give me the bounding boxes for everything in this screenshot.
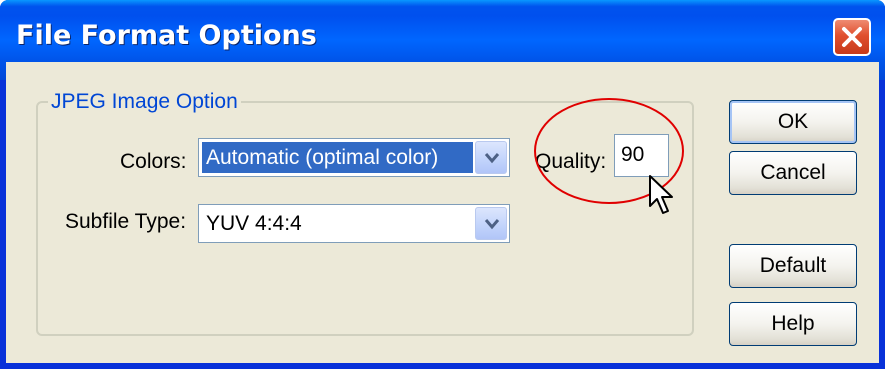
colors-dropdown-button[interactable] <box>475 141 507 174</box>
ok-button[interactable]: OK <box>729 100 857 144</box>
colors-label: Colors: <box>120 150 187 173</box>
dialog-body: JPEG Image Option Colors: Automatic (opt… <box>6 62 879 363</box>
cancel-button[interactable]: Cancel <box>729 151 857 195</box>
colors-dropdown-value: Automatic (optimal color) <box>202 142 473 173</box>
chevron-down-icon <box>484 219 500 230</box>
subfile-type-label: Subfile Type: <box>65 210 187 233</box>
subfile-type-dropdown[interactable]: YUV 4:4:4 <box>198 204 510 243</box>
default-button[interactable]: Default <box>729 244 857 288</box>
quality-label: Quality: <box>535 150 607 173</box>
help-button[interactable]: Help <box>729 302 857 346</box>
dialog-window: File Format Options JPEG Image Option Co… <box>0 0 885 369</box>
chevron-down-icon <box>484 153 500 164</box>
close-x-icon <box>842 27 862 47</box>
colors-dropdown[interactable]: Automatic (optimal color) <box>198 138 510 177</box>
window-title: File Format Options <box>16 20 317 51</box>
close-button[interactable] <box>833 18 871 56</box>
group-legend: JPEG Image Option <box>51 90 238 113</box>
subfile-type-dropdown-button[interactable] <box>475 207 507 240</box>
subfile-type-dropdown-value: YUV 4:4:4 <box>206 212 302 235</box>
quality-input[interactable]: 90 <box>614 134 669 177</box>
